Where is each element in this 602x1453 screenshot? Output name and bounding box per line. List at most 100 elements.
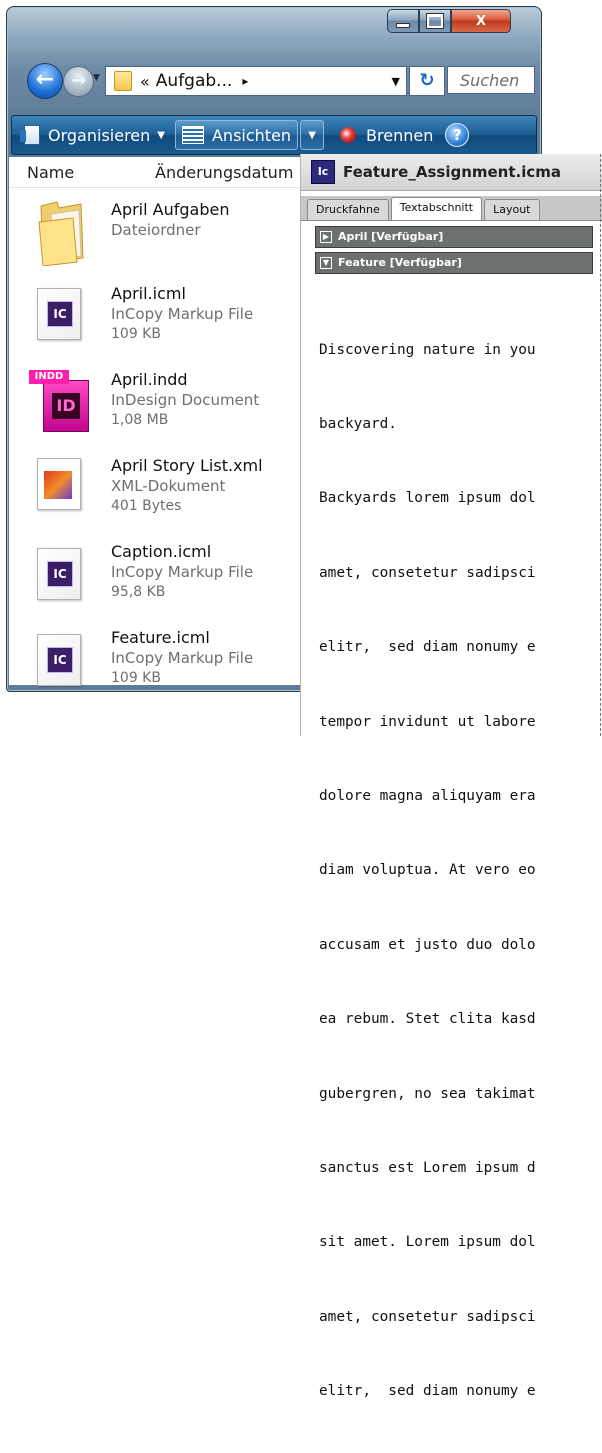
address-dropdown-icon[interactable]: ▼	[392, 75, 400, 88]
window-controls: X	[387, 9, 511, 33]
story-line: dolore magna aliquyam era	[319, 787, 536, 804]
file-size: 109 KB	[111, 326, 161, 342]
file-type: InDesign Document	[111, 391, 260, 409]
refresh-icon: ↻	[419, 70, 435, 91]
search-input[interactable]: Suchen	[447, 66, 535, 94]
views-label: Ansichten	[211, 125, 292, 145]
maximize-icon	[426, 13, 444, 29]
file-item-april-aufgaben[interactable]: April Aufgaben Dateiordner	[9, 198, 309, 282]
tab-layout[interactable]: Layout	[484, 199, 540, 220]
burn-button[interactable]: Brennen	[334, 119, 439, 151]
file-type: InCopy Markup File	[111, 649, 254, 667]
incopy-assignment-panel: Ic Feature_Assignment.icma Druckfahne Te…	[300, 154, 602, 1399]
file-name: April Aufgaben	[111, 200, 230, 219]
organize-button[interactable]: Organisieren ▼	[18, 119, 171, 151]
indd-tag: INDD	[29, 370, 69, 384]
story-line: sit amet. Lorem ipsum dol	[319, 1234, 536, 1251]
views-icon	[181, 126, 204, 144]
address-bar[interactable]: « Aufgab... ▸ ▼	[105, 66, 407, 96]
story-line: elitr, sed diam nonumy e	[319, 639, 536, 656]
story-section-feature[interactable]: ▼ Feature [Verfügbar]	[315, 252, 593, 274]
burn-label: Brennen	[366, 125, 434, 145]
tab-textabschnitt[interactable]: Textabschnitt	[390, 197, 483, 220]
indesign-badge: ID	[52, 393, 80, 419]
story-line: accusam et justo duo dolo	[319, 936, 536, 953]
file-item-april-icml[interactable]: IC April.icml InCopy Markup File 109 KB	[9, 284, 309, 368]
story-line: Discovering nature in you	[319, 341, 536, 358]
file-name: Caption.icml	[111, 542, 212, 561]
incopy-app-icon: Ic	[311, 160, 335, 184]
tab-druckfahne[interactable]: Druckfahne	[307, 199, 389, 220]
incopy-file-icon: IC	[37, 548, 81, 600]
chevron-down-icon: ▼	[308, 129, 316, 141]
arrow-left-icon: ←	[35, 67, 55, 92]
file-name: April.indd	[111, 370, 188, 389]
views-button[interactable]: Ansichten	[174, 120, 299, 150]
close-button[interactable]: X	[451, 9, 511, 33]
story-line: backyard.	[319, 415, 397, 432]
organize-icon	[20, 125, 40, 145]
file-name: April.icml	[111, 284, 186, 303]
incopy-file-icon: IC	[37, 634, 81, 686]
file-item-caption-icml[interactable]: IC Caption.icml InCopy Markup File 95,8 …	[9, 542, 309, 626]
breadcrumb-arrow-icon[interactable]: ▸	[242, 74, 248, 88]
file-item-april-indd[interactable]: ID INDD April.indd InDesign Document 1,0…	[9, 370, 309, 454]
file-size: 95,8 KB	[111, 584, 166, 600]
chevron-down-icon: ▼	[157, 129, 165, 141]
file-size: 401 Bytes	[111, 498, 182, 514]
story-section-april[interactable]: ▶ April [Verfügbar]	[315, 226, 593, 248]
maximize-button[interactable]	[419, 9, 451, 33]
back-button[interactable]: ←	[27, 63, 63, 99]
file-name: April Story List.xml	[111, 456, 263, 475]
section-label: Feature [Verfügbar]	[338, 256, 462, 269]
story-line: Backyards lorem ipsum dol	[319, 490, 536, 507]
organize-label: Organisieren	[48, 125, 151, 145]
story-text[interactable]: Discovering nature in you backyard. Back…	[319, 288, 601, 1453]
incopy-badge: IC	[47, 647, 73, 673]
incopy-file-icon: IC	[37, 288, 81, 340]
panel-title-bar[interactable]: Ic Feature_Assignment.icma	[301, 154, 602, 191]
story-line: ea rebum. Stet clita kasd	[319, 1011, 536, 1028]
file-type: XML-Dokument	[111, 477, 226, 495]
incopy-badge: IC	[47, 561, 73, 587]
file-type: InCopy Markup File	[111, 563, 254, 581]
breadcrumb-folder[interactable]: Aufgab...	[156, 71, 233, 91]
file-item-feature-icml[interactable]: IC Feature.icml InCopy Markup File 109 K…	[9, 628, 309, 691]
forward-button[interactable]: →	[63, 66, 94, 97]
view-tabs: Druckfahne Textabschnitt Layout	[301, 196, 602, 221]
story-line: diam voluptua. At vero eo	[319, 862, 536, 879]
recent-pages-dropdown[interactable]: ▼	[93, 73, 100, 83]
minimize-icon	[396, 22, 410, 28]
minimize-button[interactable]	[387, 9, 419, 33]
folder-icon	[114, 71, 132, 91]
file-size: 1,08 MB	[111, 412, 169, 428]
disc-burn-icon	[340, 127, 357, 143]
story-line: amet, consetetur sadipsci	[319, 564, 536, 581]
xml-file-icon	[37, 458, 81, 510]
breadcrumb-overflow[interactable]: «	[140, 72, 150, 91]
views-dropdown[interactable]: ▼	[300, 120, 325, 150]
file-type: Dateiordner	[111, 221, 201, 239]
story-line: amet, consetetur sadipsci	[319, 1308, 536, 1325]
section-label: April [Verfügbar]	[338, 230, 444, 243]
column-name-header[interactable]: Name	[27, 163, 155, 182]
file-name: Feature.icml	[111, 628, 210, 647]
refresh-button[interactable]: ↻	[409, 66, 445, 96]
folder-icon	[38, 201, 84, 266]
story-line: gubergren, no sea takimat	[319, 1085, 536, 1102]
incopy-badge: IC	[47, 301, 73, 327]
story-line: sanctus est Lorem ipsum d	[319, 1159, 536, 1176]
file-item-story-list-xml[interactable]: April Story List.xml XML-Dokument 401 By…	[9, 456, 309, 540]
arrow-right-icon: →	[70, 70, 87, 91]
story-line: tempor invidunt ut labore	[319, 713, 536, 730]
file-type: InCopy Markup File	[111, 305, 254, 323]
triangle-down-icon[interactable]: ▼	[320, 257, 332, 269]
column-modified-header[interactable]: Änderungsdatum	[155, 163, 293, 182]
story-line: elitr, sed diam nonumy e	[319, 1383, 536, 1400]
file-size: 109 KB	[111, 670, 161, 686]
command-bar: Organisieren ▼ Ansichten ▼ Brennen ?	[11, 115, 537, 155]
triangle-right-icon[interactable]: ▶	[320, 231, 332, 243]
help-icon[interactable]: ?	[445, 123, 470, 147]
panel-title: Feature_Assignment.icma	[343, 163, 562, 181]
indesign-file-icon: ID INDD	[29, 370, 89, 432]
